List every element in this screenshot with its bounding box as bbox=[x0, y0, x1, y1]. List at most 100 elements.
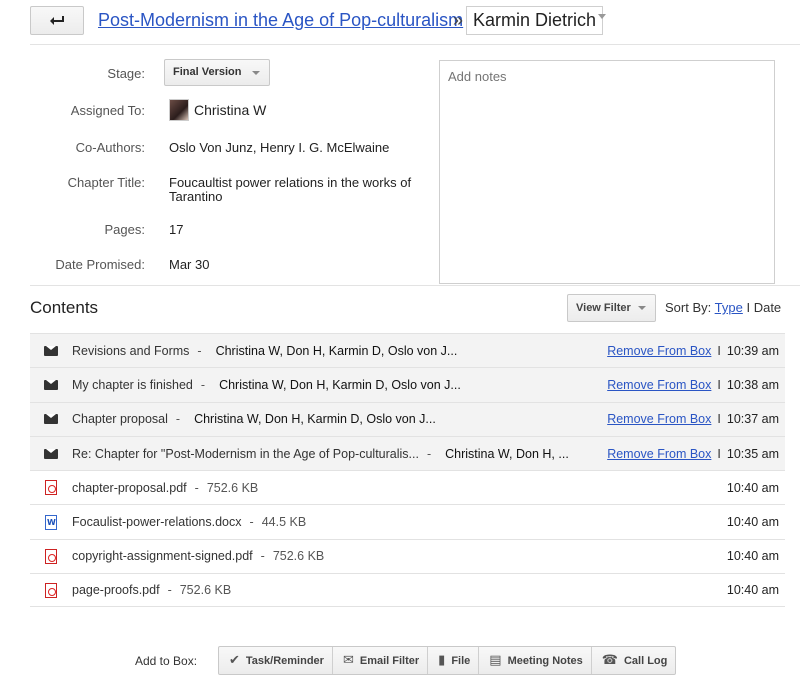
envelope-icon bbox=[44, 414, 58, 425]
bar-separator: I bbox=[717, 446, 721, 461]
pdf-icon bbox=[45, 480, 57, 496]
notes-textarea[interactable] bbox=[439, 60, 775, 284]
mail-participants: Christina W, Don H, ... bbox=[445, 446, 569, 461]
sort-type-link[interactable]: Type bbox=[715, 300, 743, 315]
list-item[interactable]: chapter-proposal.pdf - 752.6 KB 10:40 am bbox=[30, 470, 785, 504]
assigned-label: Assigned To: bbox=[70, 103, 145, 118]
mail-time: 10:35 am bbox=[726, 446, 779, 461]
file-size: 752.6 KB bbox=[206, 480, 259, 495]
remove-from-box-link[interactable]: Remove From Box bbox=[607, 378, 711, 392]
sort-separator: I bbox=[746, 300, 751, 315]
call-log-button[interactable]: ☎ Call Log bbox=[590, 647, 676, 674]
dash-separator: - bbox=[197, 343, 202, 358]
file-name[interactable]: chapter-proposal.pdf bbox=[72, 481, 187, 495]
mail-subject[interactable]: Re: Chapter for "Post-Modernism in the A… bbox=[72, 447, 419, 461]
file-name[interactable]: page-proofs.pdf bbox=[72, 583, 160, 597]
avatar bbox=[169, 99, 189, 121]
mail-time: 10:39 am bbox=[726, 343, 779, 358]
pdf-icon bbox=[45, 548, 57, 564]
sort-date-option[interactable]: Date bbox=[754, 300, 781, 315]
stage-value: Final Version bbox=[173, 66, 242, 78]
chapter-title-value-line2: Tarantino bbox=[169, 189, 223, 204]
mail-time: 10:38 am bbox=[726, 377, 779, 392]
list-item[interactable]: My chapter is finished - Christina W, Do… bbox=[30, 367, 785, 402]
file-label: File bbox=[451, 654, 471, 667]
meeting-notes-label: Meeting Notes bbox=[507, 654, 583, 667]
dash-separator: - bbox=[260, 549, 265, 564]
file-size: 44.5 KB bbox=[261, 515, 307, 530]
coauthors-value: Oslo Von Junz, Henry I. G. McElwaine bbox=[169, 140, 390, 155]
mail-participants: Christina W, Don H, Karmin D, Oslo von J… bbox=[215, 343, 458, 358]
mail-subject[interactable]: Chapter proposal bbox=[72, 412, 168, 426]
file-icon: ▮ bbox=[438, 653, 446, 668]
file-size: 752.6 KB bbox=[179, 583, 232, 598]
chevron-down-icon bbox=[252, 71, 261, 75]
chevron-down-icon bbox=[637, 306, 646, 310]
dash-separator: - bbox=[200, 377, 206, 392]
pages-label: Pages: bbox=[104, 222, 145, 237]
bar-separator: I bbox=[717, 377, 721, 392]
date-promised-label: Date Promised: bbox=[55, 257, 145, 272]
assignee-name[interactable]: Christina W bbox=[194, 102, 266, 118]
date-promised-value: Mar 30 bbox=[169, 257, 210, 272]
email-filter-button[interactable]: ✉ Email Filter bbox=[331, 647, 427, 674]
dash-separator: - bbox=[194, 480, 199, 495]
list-item[interactable]: page-proofs.pdf - 752.6 KB 10:40 am bbox=[30, 573, 785, 608]
phone-icon: ☎ bbox=[601, 653, 618, 668]
envelope-icon bbox=[44, 448, 58, 459]
remove-from-box-link[interactable]: Remove From Box bbox=[607, 447, 711, 461]
dash-separator: - bbox=[175, 412, 181, 427]
dash-separator: - bbox=[249, 515, 254, 530]
notes-icon: ▤ bbox=[489, 653, 502, 668]
back-button[interactable] bbox=[30, 6, 84, 35]
email-filter-icon: ✉ bbox=[342, 653, 354, 668]
contents-heading: Contents bbox=[30, 298, 99, 317]
remove-from-box-link[interactable]: Remove From Box bbox=[607, 412, 711, 426]
file-time: 10:40 am bbox=[726, 515, 779, 530]
coauthors-label: Co-Authors: bbox=[75, 140, 145, 155]
stage-label: Stage: bbox=[107, 66, 145, 81]
mail-participants: Christina W, Don H, Karmin D, Oslo von J… bbox=[194, 412, 436, 427]
meeting-notes-button[interactable]: ▤ Meeting Notes bbox=[478, 647, 590, 674]
envelope-icon bbox=[44, 345, 58, 356]
list-item[interactable]: Re: Chapter for "Post-Modernism in the A… bbox=[30, 435, 785, 471]
back-arrow-icon bbox=[50, 15, 64, 25]
list-item[interactable]: Revisions and Forms - Christina W, Don H… bbox=[30, 333, 785, 368]
task-reminder-label: Task/Reminder bbox=[245, 654, 324, 667]
bar-separator: I bbox=[717, 412, 721, 427]
header-divider bbox=[30, 44, 800, 45]
list-item[interactable]: Focaulist-power-relations.docx - 44.5 KB… bbox=[30, 504, 785, 538]
details-divider bbox=[30, 285, 800, 286]
bar-separator: I bbox=[717, 343, 721, 358]
chapter-title-value-line1: Foucaultist power relations in the works… bbox=[169, 175, 412, 190]
file-time: 10:40 am bbox=[726, 549, 779, 564]
pages-value: 17 bbox=[169, 222, 184, 237]
mail-subject[interactable]: My chapter is finished bbox=[72, 378, 193, 392]
file-name[interactable]: copyright-assignment-signed.pdf bbox=[72, 549, 253, 563]
file-name[interactable]: Focaulist-power-relations.docx bbox=[72, 515, 242, 529]
call-log-label: Call Log bbox=[623, 654, 668, 667]
list-item[interactable]: copyright-assignment-signed.pdf - 752.6 … bbox=[30, 538, 785, 573]
remove-from-box-link[interactable]: Remove From Box bbox=[607, 344, 711, 358]
view-filter-dropdown[interactable]: View Filter bbox=[567, 294, 656, 322]
title-separator: » bbox=[453, 10, 464, 30]
box-title-link[interactable]: Post-Modernism in the Age of Pop-cultura… bbox=[98, 10, 463, 31]
envelope-icon bbox=[44, 379, 58, 390]
file-button[interactable]: ▮ File bbox=[427, 647, 478, 674]
stage-dropdown[interactable]: Final Version bbox=[164, 59, 271, 86]
sort-by-label: Sort By: bbox=[665, 300, 712, 315]
mail-time: 10:37 am bbox=[726, 412, 779, 427]
file-size: 752.6 KB bbox=[272, 549, 325, 564]
person-selector[interactable]: Karmin Dietrich bbox=[466, 6, 604, 35]
sort-controls: Sort By: Type I Date bbox=[665, 300, 781, 315]
chevron-down-icon[interactable] bbox=[598, 14, 606, 19]
view-filter-label: View Filter bbox=[576, 302, 631, 314]
mail-subject[interactable]: Revisions and Forms bbox=[72, 344, 189, 358]
list-item[interactable]: Chapter proposal - Christina W, Don H, K… bbox=[30, 401, 785, 436]
chapter-title-label: Chapter Title: bbox=[67, 175, 145, 190]
task-reminder-button[interactable]: ✔ Task/Reminder bbox=[219, 647, 332, 674]
file-time: 10:40 am bbox=[726, 583, 779, 598]
dash-separator: - bbox=[167, 583, 172, 598]
mail-participants: Christina W, Don H, Karmin D, Oslo von J… bbox=[219, 377, 461, 392]
dash-separator: - bbox=[426, 446, 432, 461]
